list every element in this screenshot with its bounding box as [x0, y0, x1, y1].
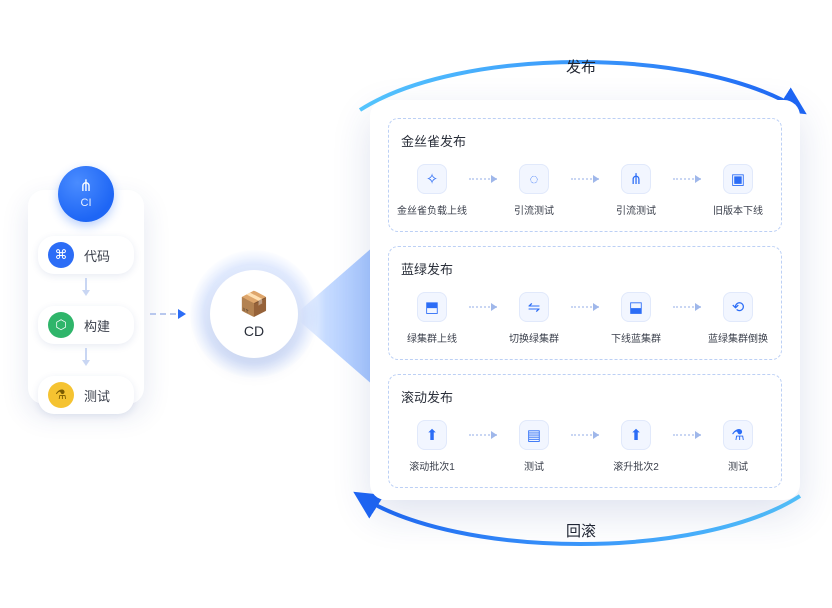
ci-badge: ⋔ CI: [58, 166, 114, 222]
deploy-step: ⬆ 滚动批次1: [401, 420, 463, 473]
ci-item-label: 构建: [84, 316, 110, 335]
section-title: 蓝绿发布: [401, 259, 769, 278]
step-arrow: [667, 292, 707, 322]
step-arrow: [565, 420, 605, 450]
deploy-step-label: 滚升批次2: [613, 458, 659, 473]
deploy-step-label: 引流测试: [616, 202, 656, 217]
rollback-label: 回滚: [566, 520, 596, 541]
deploy-step-label: 测试: [728, 458, 748, 473]
release-label: 发布: [566, 56, 596, 77]
section-row: ✧金丝雀负载上线 ◌ 引流测试 ⋔ 引流测试 ▣ 旧版本下线: [401, 164, 769, 217]
ci-item-label: 测试: [84, 386, 110, 405]
deploy-step: ◌ 引流测试: [503, 164, 565, 217]
deploy-step-label: 滚动批次1: [409, 458, 455, 473]
section-title: 金丝雀发布: [401, 131, 769, 150]
ci-down-arrow: [81, 348, 91, 366]
deploy-section: 蓝绿发布 ⬒ 绿集群上线 ⇋ 切换绿集群 ⬓ 下线蓝集群 ⟲ 蓝绿集群倒换: [388, 246, 782, 360]
deploy-step-label: 金丝雀负载上线: [397, 202, 467, 217]
deploy-step: ⋔ 引流测试: [605, 164, 667, 217]
cluster-up-icon: ⬒: [417, 292, 447, 322]
deploy-section: 金丝雀发布✧金丝雀负载上线◌引流测试⋔引流测试▣旧版本下线: [388, 118, 782, 232]
deploy-step: ✧金丝雀负载上线: [401, 164, 463, 217]
deploy-step: ▣ 旧版本下线: [707, 164, 769, 217]
deploy-step: ▤ 测试: [503, 420, 565, 473]
deploy-step: ⬒ 绿集群上线: [401, 292, 463, 345]
deploy-step-label: 旧版本下线: [713, 202, 763, 217]
deploy-step: ⚗ 测试: [707, 420, 769, 473]
flow-cycle-icon: ◌: [519, 164, 549, 194]
flask-icon: ⚗: [48, 382, 74, 408]
step-arrow: [565, 292, 605, 322]
ci-item-label: 代码: [84, 246, 110, 265]
deploy-step: ⬓ 下线蓝集群: [605, 292, 667, 345]
ci-badge-label: CI: [81, 197, 92, 209]
diagram-stage: 发布 回滚 ⋔ CI ⌘代码⬡构建⚗测试 📦 CD 金丝雀发布✧金丝雀: [0, 0, 832, 608]
deploy-section: 滚动发布 ⬆ 滚动批次1 ▤ 测试 ⬆ 滚升批次2 ⚗ 测试: [388, 374, 782, 488]
clipboard-icon: ▤: [519, 420, 549, 450]
step-arrow: [667, 420, 707, 450]
canary-bird-icon: ✧: [417, 164, 447, 194]
cluster-down-icon: ⬓: [621, 292, 651, 322]
cd-halo: 📦 CD: [190, 250, 318, 378]
cd-to-panel-beam: [300, 246, 374, 386]
switch-icon: ⇋: [519, 292, 549, 322]
deploy-panel: 金丝雀发布✧金丝雀负载上线◌引流测试⋔引流测试▣旧版本下线蓝绿发布⬒绿集群上线⇋…: [370, 100, 800, 500]
deploy-box-icon: 📦: [239, 290, 269, 319]
step-arrow: [463, 164, 503, 194]
ci-to-cd-arrow: [150, 306, 186, 322]
deploy-step-label: 绿集群上线: [407, 330, 457, 345]
step-arrow: [463, 420, 503, 450]
flask-icon: ⚗: [723, 420, 753, 450]
deploy-step: ⬆ 滚升批次2: [605, 420, 667, 473]
deploy-step-label: 蓝绿集群倒换: [708, 330, 768, 345]
deploy-step-label: 测试: [524, 458, 544, 473]
deploy-step-label: 引流测试: [514, 202, 554, 217]
step-arrow: [463, 292, 503, 322]
ci-item: ⚗ 测试: [38, 376, 134, 414]
step-arrow: [667, 164, 707, 194]
cd-label: CD: [244, 323, 264, 339]
deploy-step: ⟲ 蓝绿集群倒换: [707, 292, 769, 345]
ci-item: ⌘ 代码: [38, 236, 134, 274]
network-icon: ⋔: [621, 164, 651, 194]
deploy-step-label: 下线蓝集群: [611, 330, 661, 345]
section-row: ⬆ 滚动批次1 ▤ 测试 ⬆ 滚升批次2 ⚗ 测试: [401, 420, 769, 473]
step-arrow: [565, 164, 605, 194]
ci-item: ⬡ 构建: [38, 306, 134, 344]
swap-icon: ⟲: [723, 292, 753, 322]
archive-icon: ▣: [723, 164, 753, 194]
build-icon: ⬡: [48, 312, 74, 338]
batch-up-icon: ⬆: [621, 420, 651, 450]
section-row: ⬒ 绿集群上线 ⇋ 切换绿集群 ⬓ 下线蓝集群 ⟲ 蓝绿集群倒换: [401, 292, 769, 345]
cd-node: 📦 CD: [210, 270, 298, 358]
section-title: 滚动发布: [401, 387, 769, 406]
deploy-step: ⇋ 切换绿集群: [503, 292, 565, 345]
deploy-step-label: 切换绿集群: [509, 330, 559, 345]
ci-panel: ⋔ CI ⌘代码⬡构建⚗测试: [28, 190, 144, 404]
branch-icon: ⋔: [79, 179, 92, 195]
code-icon: ⌘: [48, 242, 74, 268]
ci-down-arrow: [81, 278, 91, 296]
batch-up-icon: ⬆: [417, 420, 447, 450]
